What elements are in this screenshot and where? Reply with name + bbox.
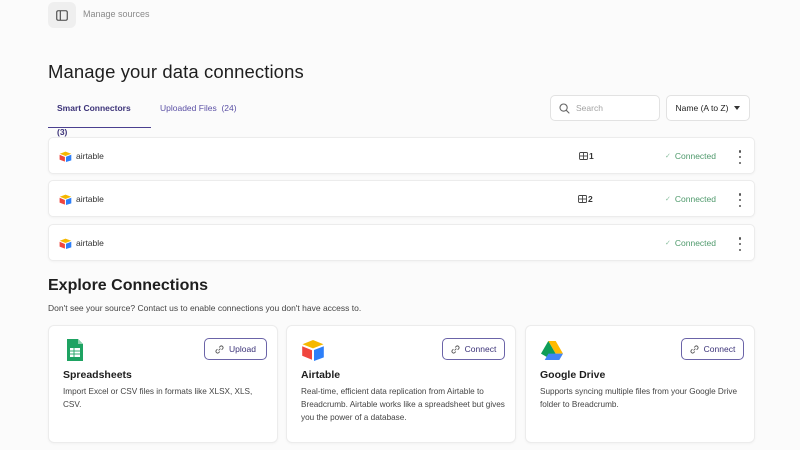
card-title: Spreadsheets xyxy=(63,369,132,381)
caret-down-icon xyxy=(734,106,741,110)
kebab-dot xyxy=(738,242,742,246)
check-icon: ✓ xyxy=(665,240,671,247)
airtable-icon xyxy=(302,340,324,361)
tab-count: (24) xyxy=(221,103,237,113)
connection-name: airtable xyxy=(76,151,104,161)
status-badge: ✓ Connected xyxy=(665,238,716,248)
airtable-icon xyxy=(59,194,72,205)
explore-section-title: Explore Connections xyxy=(48,277,209,294)
table-count: 1 xyxy=(579,151,594,161)
tab-smart-connectors[interactable]: Smart Connectors (3) xyxy=(48,96,151,137)
kebab-dot xyxy=(738,204,742,207)
connect-button[interactable]: Connect xyxy=(681,338,744,360)
source-card-spreadsheets: Upload Spreadsheets Import Excel or CSV … xyxy=(48,325,278,443)
check-icon: ✓ xyxy=(665,196,671,203)
sort-dropdown[interactable]: Name (A to Z) xyxy=(666,95,750,121)
tab-bar: Smart Connectors (3) Uploaded Files (24) xyxy=(48,96,243,137)
airtable-icon xyxy=(59,151,72,162)
connection-row[interactable]: airtable 2 ✓ Connected xyxy=(48,180,755,217)
connection-name: airtable xyxy=(76,238,104,248)
kebab-dot xyxy=(738,198,742,202)
kebab-dot xyxy=(738,155,742,159)
button-label: Connect xyxy=(703,344,736,354)
sidebar-toggle-icon xyxy=(56,9,68,21)
card-title: Google Drive xyxy=(540,369,606,381)
more-options-button[interactable] xyxy=(735,237,745,251)
source-card-airtable: Connect Airtable Real-time, efficient da… xyxy=(286,325,516,443)
status-text: Connected xyxy=(674,194,716,204)
table-count: 2 xyxy=(578,194,593,204)
tab-label: Smart Connectors xyxy=(57,103,131,113)
explore-section-subtitle: Don't see your source? Contact us to ena… xyxy=(48,303,362,313)
table-count-value: 1 xyxy=(589,151,594,161)
status-text: Connected xyxy=(674,238,716,248)
kebab-dot xyxy=(738,237,742,240)
sidebar-toggle-button[interactable] xyxy=(48,2,76,28)
table-count-value: 2 xyxy=(588,194,593,204)
link-icon xyxy=(215,345,224,353)
breadcrumb[interactable]: Manage sources xyxy=(83,9,150,19)
card-description: Import Excel or CSV files in formats lik… xyxy=(63,387,253,409)
connection-name: airtable xyxy=(76,194,104,204)
search-input[interactable] xyxy=(576,103,646,113)
kebab-dot xyxy=(738,193,742,196)
source-card-google-drive: Connect Google Drive Supports syncing mu… xyxy=(525,325,755,443)
kebab-dot xyxy=(738,161,742,164)
card-description: Supports syncing multiple files from you… xyxy=(540,387,738,409)
connect-button[interactable]: Connect xyxy=(442,338,505,360)
status-badge: ✓ Connected xyxy=(665,151,716,161)
kebab-dot xyxy=(738,248,742,251)
button-label: Connect xyxy=(464,344,497,354)
card-description: Real-time, efficient data replication fr… xyxy=(301,387,505,422)
upload-button[interactable]: Upload xyxy=(204,338,267,360)
page-title: Manage your data connections xyxy=(48,61,304,82)
search-icon xyxy=(559,102,570,114)
more-options-button[interactable] xyxy=(735,150,745,164)
search-box[interactable] xyxy=(550,95,660,121)
check-icon: ✓ xyxy=(665,153,671,160)
tab-label: Uploaded Files xyxy=(160,103,217,113)
link-icon xyxy=(451,345,460,353)
table-icon xyxy=(578,195,587,203)
status-text: Connected xyxy=(674,151,716,161)
tab-uploaded-files[interactable]: Uploaded Files (24) xyxy=(151,96,243,128)
table-icon xyxy=(579,152,588,160)
status-badge: ✓ Connected xyxy=(665,194,716,204)
more-options-button[interactable] xyxy=(735,193,745,207)
kebab-dot xyxy=(738,150,742,153)
connection-row[interactable]: airtable ✓ Connected xyxy=(48,224,755,261)
google-drive-icon xyxy=(541,341,563,360)
sort-label: Name (A to Z) xyxy=(675,103,729,113)
airtable-icon xyxy=(59,238,72,249)
top-bar: Manage sources xyxy=(0,0,800,30)
card-title: Airtable xyxy=(301,369,341,381)
button-label: Upload xyxy=(229,344,256,354)
connection-row[interactable]: airtable 1 ✓ Connected xyxy=(48,137,755,174)
link-icon xyxy=(690,345,699,353)
tab-count: (3) xyxy=(57,127,68,137)
spreadsheet-icon xyxy=(67,339,83,361)
